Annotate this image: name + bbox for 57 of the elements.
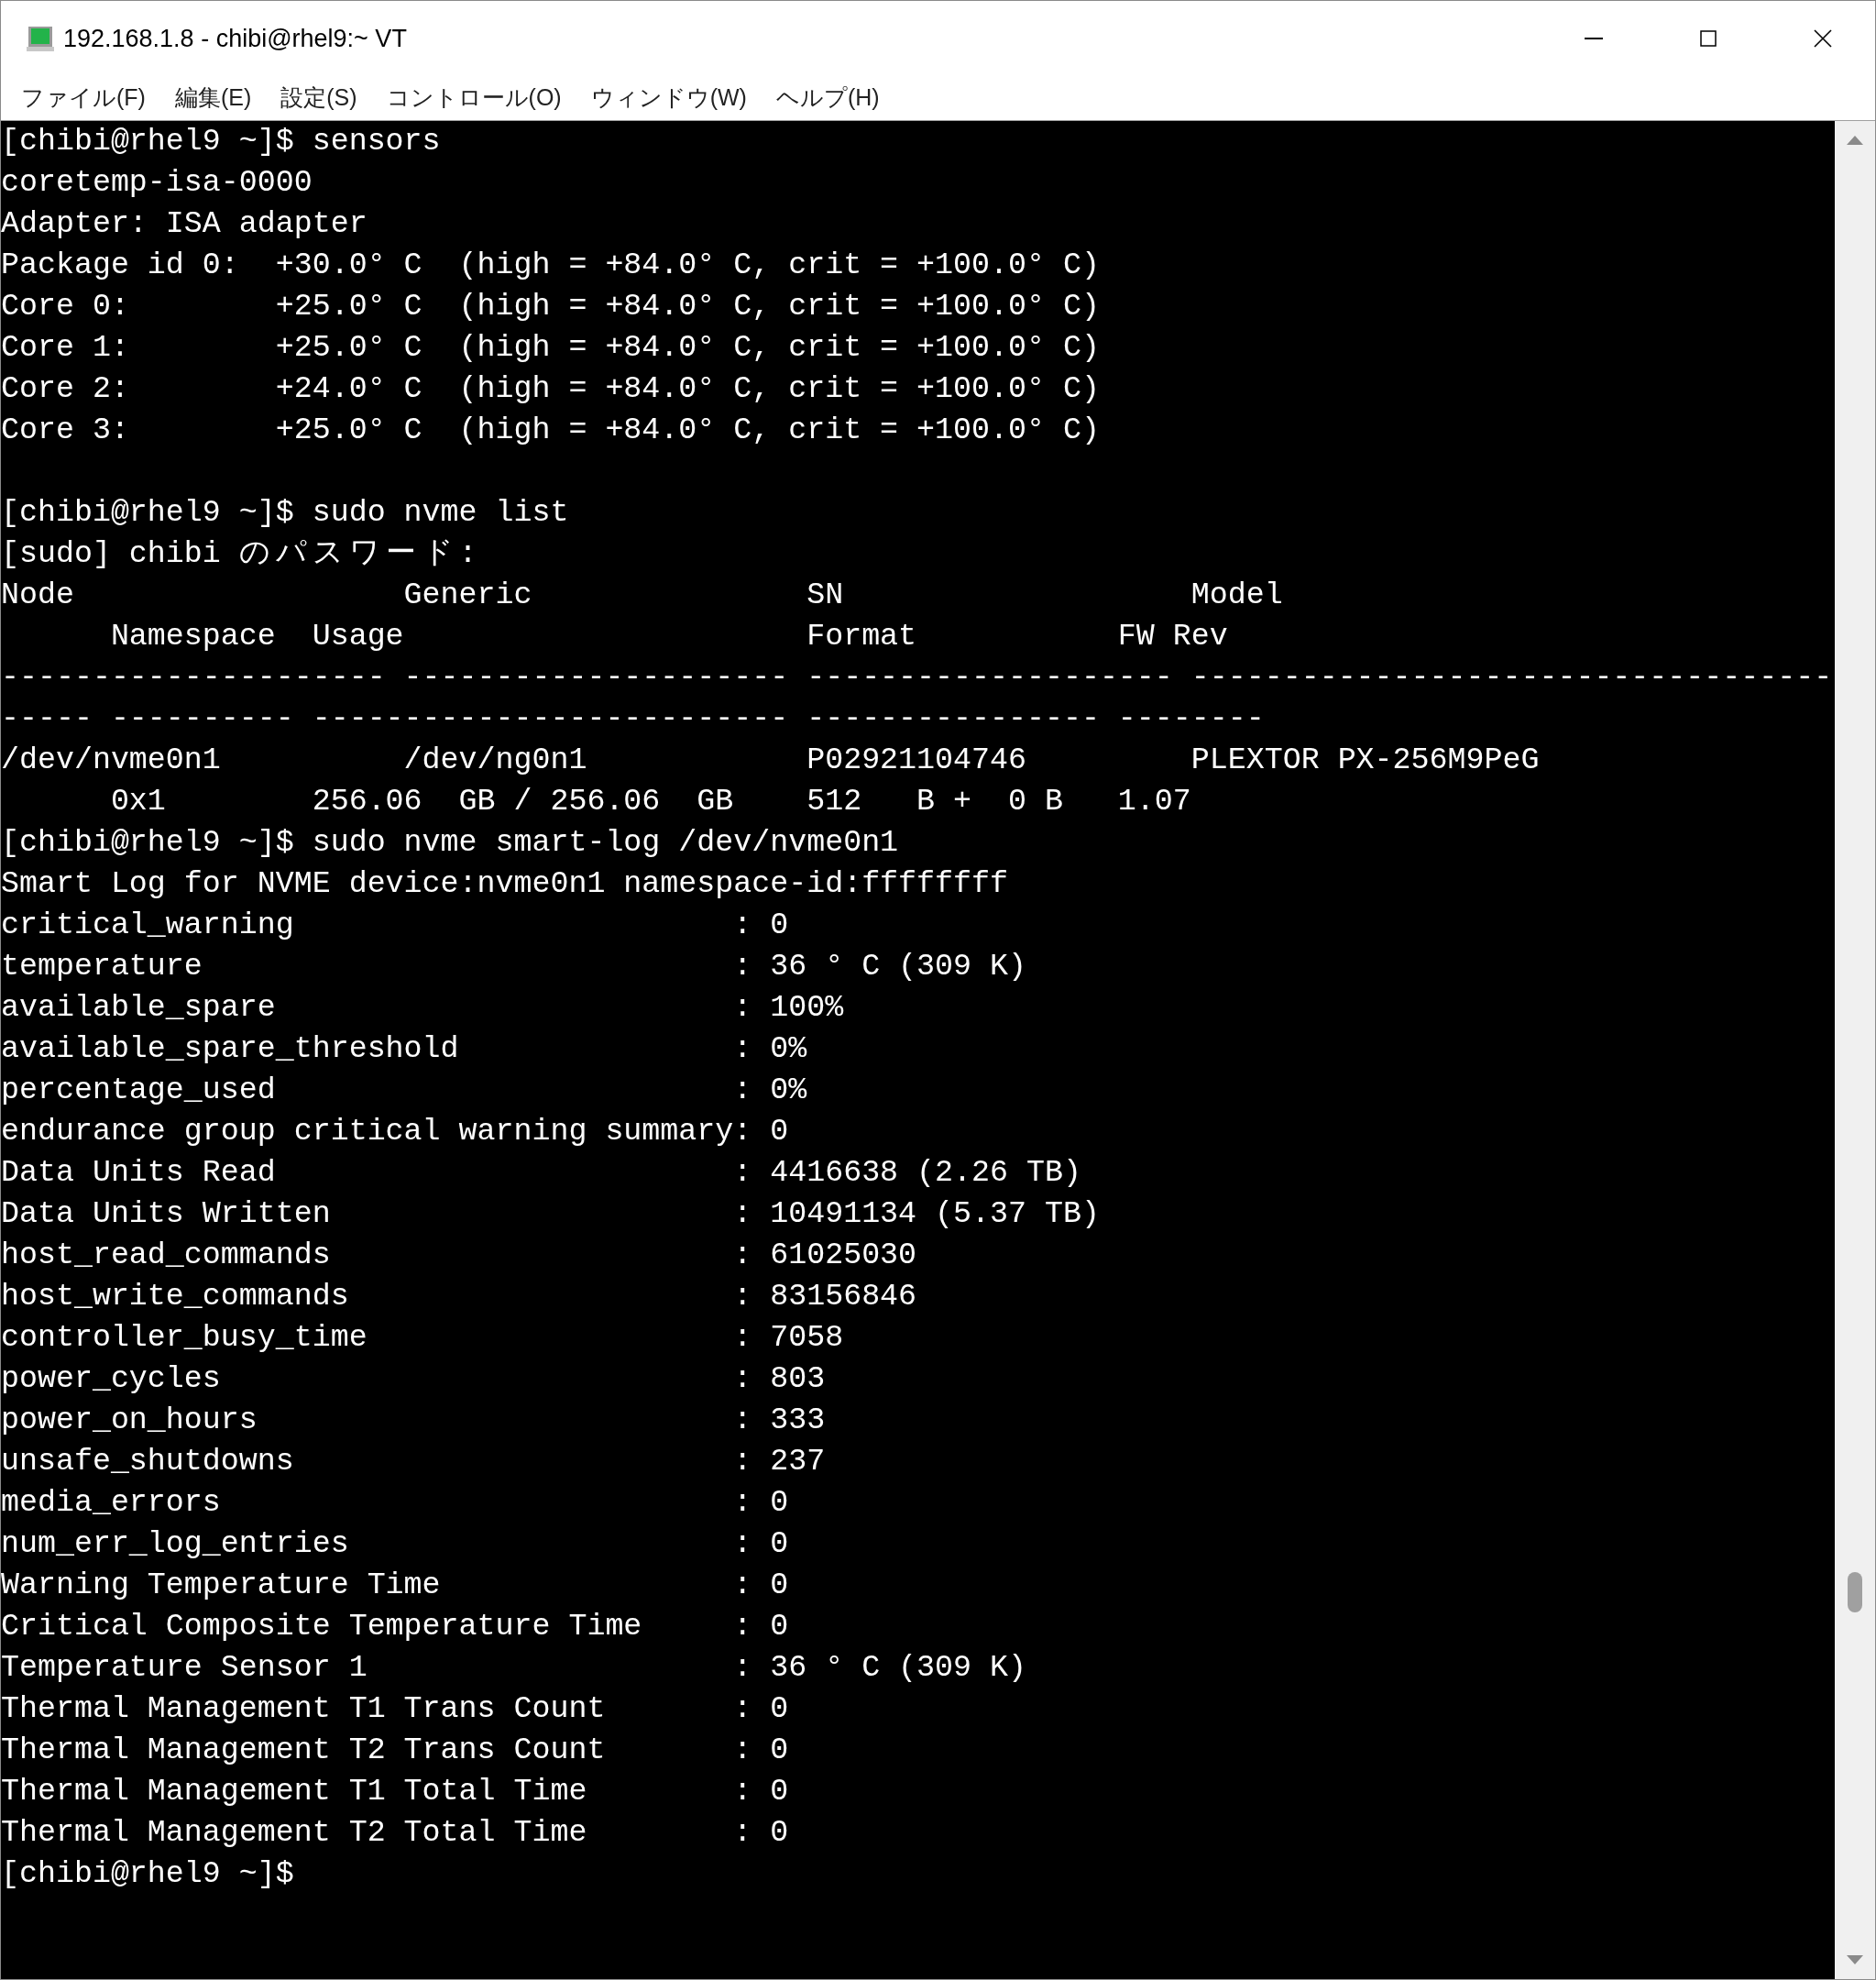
terminal-line: Data Units Written : 10491134 (5.37 TB) bbox=[1, 1196, 1100, 1231]
scrollbar[interactable] bbox=[1835, 121, 1875, 1979]
terminal-line: [chibi@rhel9 ~]$ sudo nvme list bbox=[1, 495, 569, 530]
terminal-line: Core 1: +25.0° C (high = +84.0° C, crit = +100.0° C) bbox=[1, 330, 1100, 365]
terminal-app-icon bbox=[27, 25, 54, 52]
terminal-line: Core 0: +25.0° C (high = +84.0° C, crit = +100.0° C) bbox=[1, 289, 1100, 324]
terminal-line: Namespace Usage Format FW Rev bbox=[109, 619, 1228, 654]
terminal-line: media_errors : 0 bbox=[1, 1485, 789, 1520]
terminal-line: ----- ---------- -------------------------- ---------------- -------- bbox=[1, 701, 1265, 736]
menu-item[interactable]: 編集(E) bbox=[159, 79, 267, 117]
terminal-line: Package id 0: +30.0° C (high = +84.0° C, crit = +100.0° C) bbox=[1, 248, 1100, 282]
terminal-line: Adapter: ISA adapter bbox=[1, 206, 368, 241]
menu-item[interactable]: ウィンドウ(W) bbox=[576, 79, 762, 117]
minimize-icon bbox=[1584, 38, 1603, 39]
close-icon bbox=[1812, 28, 1833, 49]
terminal-line: Thermal Management T1 Total Time : 0 bbox=[1, 1774, 789, 1809]
menu-item[interactable]: コントロール(O) bbox=[371, 79, 576, 117]
terminal-line: host_write_commands : 83156846 bbox=[1, 1279, 917, 1314]
terminal-line: [chibi@rhel9 ~]$ sudo nvme smart-log /dev/nvme0n1 bbox=[1, 825, 899, 860]
terminal-line: power_on_hours : 333 bbox=[1, 1402, 826, 1437]
terminal-line: Warning Temperature Time : 0 bbox=[1, 1568, 789, 1602]
terminal-line: Thermal Management T2 Total Time : 0 bbox=[1, 1815, 789, 1850]
terminal-line: Data Units Read : 4416638 (2.26 TB) bbox=[1, 1155, 1081, 1190]
terminal-line: endurance group critical warning summary: 0 bbox=[1, 1114, 789, 1149]
terminal-line: Thermal Management T2 Trans Count : 0 bbox=[1, 1732, 789, 1767]
terminal-line: num_err_log_entries : 0 bbox=[1, 1526, 789, 1561]
terminal-line: Thermal Management T1 Trans Count : 0 bbox=[1, 1691, 789, 1726]
terminal-line: power_cycles : 803 bbox=[1, 1361, 826, 1396]
menu-item[interactable]: ファイル(F) bbox=[6, 79, 160, 117]
terminal-line: Core 3: +25.0° C (high = +84.0° C, crit = +100.0° C) bbox=[1, 412, 1100, 447]
terminal-line: percentage_used : 0% bbox=[1, 1072, 807, 1107]
terminal-line: Critical Composite Temperature Time : 0 bbox=[1, 1609, 789, 1644]
terminal-line: /dev/nvme0n1 /dev/ng0n1 P02921104746 PLEXTOR PX-256M9PeG bbox=[1, 742, 1540, 777]
terminal-line: Core 2: +24.0° C (high = +84.0° C, crit = +100.0° C) bbox=[1, 371, 1100, 406]
terminal-line: temperature : 36 ° C (309 K) bbox=[1, 949, 1026, 984]
terminal-line: coretemp-isa-0000 bbox=[1, 165, 313, 200]
terminal-line: critical_warning : 0 bbox=[1, 908, 789, 942]
terminal-line: [chibi@rhel9 ~]$ bbox=[1, 1856, 294, 1891]
scroll-thumb[interactable] bbox=[1848, 1572, 1862, 1612]
terminal-line: [sudo] chibi のパスワード: bbox=[1, 536, 477, 571]
window-title: 192.168.1.8 - chibi@rhel9:~ VT bbox=[63, 23, 408, 54]
terminal-line: unsafe_shutdowns : 237 bbox=[1, 1444, 826, 1479]
menu-item[interactable]: ヘルプ(H) bbox=[761, 79, 894, 117]
terminal-line: [chibi@rhel9 ~]$ sensors bbox=[1, 124, 441, 159]
terminal-line: Temperature Sensor 1 : 36 ° C (309 K) bbox=[1, 1650, 1026, 1685]
terminal-line: 0x1 256.06 GB / 256.06 GB 512 B + 0 B 1.07 bbox=[109, 784, 1191, 819]
scroll-down-icon[interactable] bbox=[1847, 1955, 1863, 1966]
terminal-line: available_spare : 100% bbox=[1, 990, 844, 1025]
terminal-line: Smart Log for NVME device:nvme0n1 namespace-id:ffffffff bbox=[1, 866, 1008, 901]
scroll-up-icon[interactable] bbox=[1847, 134, 1863, 145]
menu-item[interactable]: 設定(S) bbox=[266, 79, 372, 117]
terminal-line: host_read_commands : 61025030 bbox=[1, 1238, 917, 1272]
terminal-line: controller_busy_time : 7058 bbox=[1, 1320, 844, 1355]
terminal-line: available_spare_threshold : 0% bbox=[1, 1031, 807, 1066]
maximize-icon bbox=[1698, 29, 1717, 48]
terminal-line: --------------------- --------------------- -------------------- ----------------------------------- bbox=[1, 660, 1833, 695]
terminal-line: Node Generic SN Model bbox=[1, 578, 1283, 612]
